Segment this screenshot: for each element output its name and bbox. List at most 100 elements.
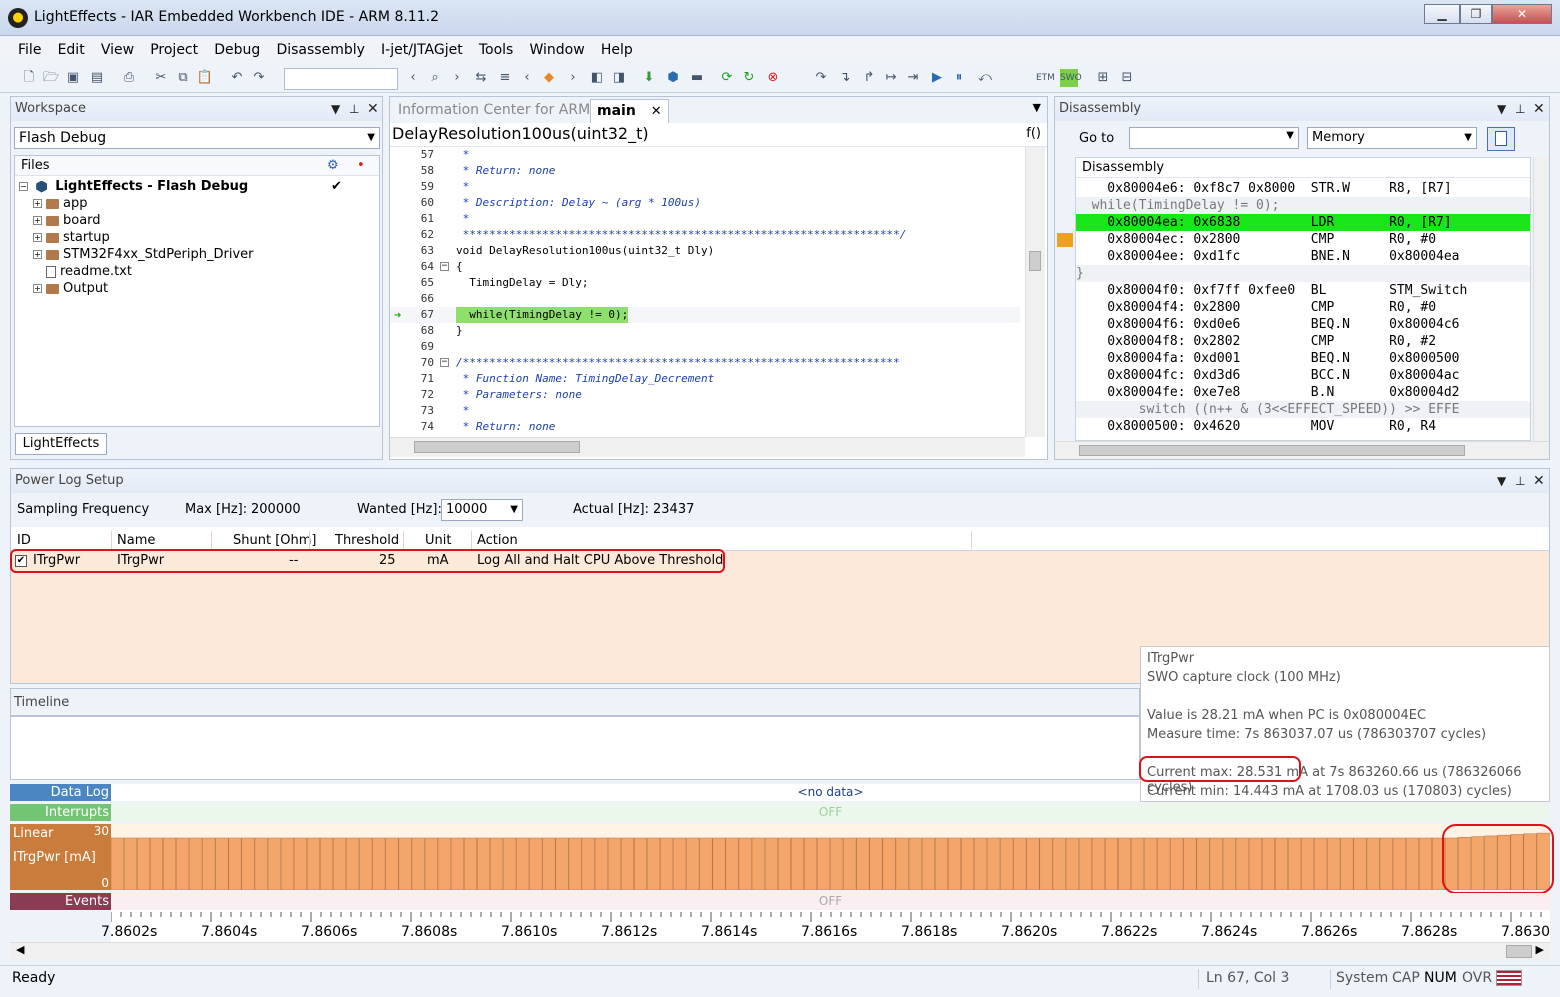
menu-help[interactable]: Help [595, 37, 639, 63]
expand-icon[interactable]: + [33, 216, 42, 225]
code-area[interactable]: 57 * 58 * Return: none 59 * 60 * Descriptio… [390, 147, 1020, 437]
panel-menu-icon[interactable]: ▼ [331, 97, 340, 121]
column-threshold[interactable]: Threshold [335, 531, 399, 551]
code-line[interactable]: 60 * Description: Delay ~ (arg * 100us) [390, 195, 1020, 211]
menu-debug[interactable]: Debug [208, 37, 266, 63]
compile-icon[interactable]: ⬇ [640, 69, 658, 87]
menu-edit[interactable]: Edit [52, 37, 91, 63]
step-over-icon[interactable]: ↷ [812, 69, 830, 87]
reset-icon[interactable]: ⟳ [718, 69, 736, 87]
collapse-icon[interactable]: − [19, 182, 28, 191]
open-file-icon[interactable]: 🗁 [42, 69, 60, 87]
tab-main[interactable]: main ✕ [590, 99, 669, 123]
menu-window[interactable]: Window [523, 37, 590, 63]
timeline-horizontal-scrollbar[interactable]: ◀ ▶ [10, 942, 1550, 960]
column-unit[interactable]: Unit [425, 531, 451, 551]
fold-icon[interactable]: − [440, 358, 449, 367]
expand-icon[interactable]: + [33, 284, 42, 293]
copy-icon[interactable]: ⧉ [174, 69, 192, 87]
source-line[interactable]: } [1076, 265, 1530, 282]
configuration-select[interactable]: Flash Debug ▼ [14, 127, 380, 149]
step-into-icon[interactable]: ↴ [836, 69, 854, 87]
editor-vertical-scrollbar[interactable] [1025, 147, 1045, 437]
tree-project-root[interactable]: − LightEffects - Flash Debug ✔ [19, 178, 375, 195]
source-line[interactable]: while(TimingDelay != 0); [1076, 197, 1530, 214]
redo-icon[interactable]: ↷ [250, 69, 268, 87]
code-line[interactable]: 62 *************************************… [390, 227, 1020, 243]
code-line[interactable]: 64 {− [390, 259, 1020, 275]
tab-list-icon[interactable]: ▼ [1033, 101, 1041, 114]
menu-disassembly[interactable]: Disassembly [270, 37, 370, 63]
instruction-line[interactable]: 0x80004f8: 0x2802 CMP R0, #2 [1076, 333, 1530, 350]
column-name[interactable]: Name [117, 531, 155, 551]
close-window-button[interactable]: ✕ [1492, 4, 1552, 24]
tree-item-app[interactable]: + app [33, 195, 87, 212]
gear-icon[interactable]: ⚙ [327, 156, 339, 176]
power-track[interactable] [110, 824, 1550, 891]
editor-horizontal-scrollbar[interactable] [390, 437, 1025, 457]
panel-menu-icon[interactable]: ▼ [1497, 469, 1506, 493]
code-line[interactable]: 58 * Return: none [390, 163, 1020, 179]
prev-bookmark-icon[interactable]: ‹ [518, 69, 536, 87]
run-to-cursor-icon[interactable]: ⇥ [904, 69, 922, 87]
expand-icon[interactable]: + [33, 199, 42, 208]
column-shunt[interactable]: Shunt [Ohm] [233, 531, 316, 551]
next-error-icon[interactable]: ◨ [610, 69, 628, 87]
nav-back-icon[interactable]: ‹ [404, 69, 422, 87]
menu-ijet[interactable]: I-jet/JTAGjet [375, 37, 469, 63]
step-out-icon[interactable]: ↱ [860, 69, 878, 87]
new-file-icon[interactable]: 🗋 [20, 69, 38, 87]
make-icon[interactable]: ⬢ [664, 69, 682, 87]
goto-input[interactable]: ▼ [1129, 127, 1299, 149]
undo-icon[interactable]: ↶ [228, 69, 246, 87]
save-all-icon[interactable]: ▤ [88, 69, 106, 87]
language-flag-icon[interactable] [1496, 970, 1522, 986]
instruction-line[interactable]: 0x80004f4: 0x2800 CMP R0, #0 [1076, 299, 1530, 316]
restart-icon[interactable]: ↻ [740, 69, 758, 87]
code-line[interactable]: 63 void DelayResolution100us(uint32_t Dly… [390, 243, 1020, 259]
code-line[interactable]: 71 * Function Name: TimingDelay_Decremen… [390, 371, 1020, 387]
expand-icon[interactable]: + [33, 233, 42, 242]
minimize-button[interactable]: ▁ [1424, 4, 1460, 24]
close-panel-icon[interactable]: ✕ [1533, 469, 1545, 493]
code-line[interactable]: 65 TimingDelay = Dly; [390, 275, 1020, 291]
go-icon[interactable]: ▶ [928, 69, 946, 87]
nav-forward-icon[interactable]: › [448, 69, 466, 87]
disassembly-vertical-scrollbar[interactable] [1533, 157, 1549, 441]
menu-file[interactable]: File [12, 37, 47, 63]
data-log-track-label[interactable]: Data Log [10, 784, 111, 801]
next-statement-icon[interactable]: ↦ [882, 69, 900, 87]
stop-debug-icon[interactable]: ⊗ [764, 69, 782, 87]
code-line[interactable]: 73 * [390, 403, 1020, 419]
close-panel-icon[interactable]: ✕ [367, 97, 379, 121]
wanted-hz-select[interactable]: 10000 ▼ [441, 499, 523, 521]
scroll-left-icon[interactable]: ◀ [16, 943, 24, 956]
tree-item-readme[interactable]: readme.txt [46, 263, 132, 280]
next-bookmark-icon[interactable]: › [564, 69, 582, 87]
instruction-line[interactable]: 0x80004fc: 0xd3d6 BCC.N 0x80004ac [1076, 367, 1530, 384]
paste-icon[interactable]: 📋 [196, 69, 214, 87]
code-line[interactable]: 59 * [390, 179, 1020, 195]
close-tab-icon[interactable]: ✕ [651, 104, 662, 119]
code-line[interactable]: 74 * Return: none [390, 419, 1020, 435]
instruction-line[interactable]: 0x80004ea: 0x6838 LDR R0, [R7] [1076, 214, 1530, 231]
pin-icon[interactable]: ⊥ [1515, 469, 1525, 493]
code-line[interactable]: 57 * [390, 147, 1020, 163]
expand-icon[interactable]: + [33, 250, 42, 259]
print-icon[interactable]: ⎙ [120, 69, 138, 87]
cut-icon[interactable]: ✂ [152, 69, 170, 87]
tree-item-board[interactable]: + board [33, 212, 101, 229]
column-action[interactable]: Action [477, 531, 518, 551]
scroll-thumb[interactable] [1506, 945, 1532, 958]
instruction-line[interactable]: 0x80004ec: 0x2800 CMP R0, #0 [1076, 231, 1530, 248]
instruction-line[interactable]: 0x80004fa: 0xd001 BEQ.N 0x8000500 [1076, 350, 1530, 367]
stop-build-icon[interactable]: ▬ [688, 69, 706, 87]
scroll-thumb[interactable] [414, 441, 580, 453]
function-navigator[interactable]: DelayResolution100us(uint32_t) f() [390, 123, 1047, 147]
menu-project[interactable]: Project [144, 37, 204, 63]
interrupts-track-label[interactable]: Interrupts [10, 804, 111, 821]
code-line[interactable]: 68} [390, 323, 1020, 339]
panel-menu-icon[interactable]: ▼ [1497, 97, 1506, 121]
code-line[interactable]: 69 [390, 339, 1020, 355]
scroll-thumb[interactable] [1029, 251, 1041, 271]
